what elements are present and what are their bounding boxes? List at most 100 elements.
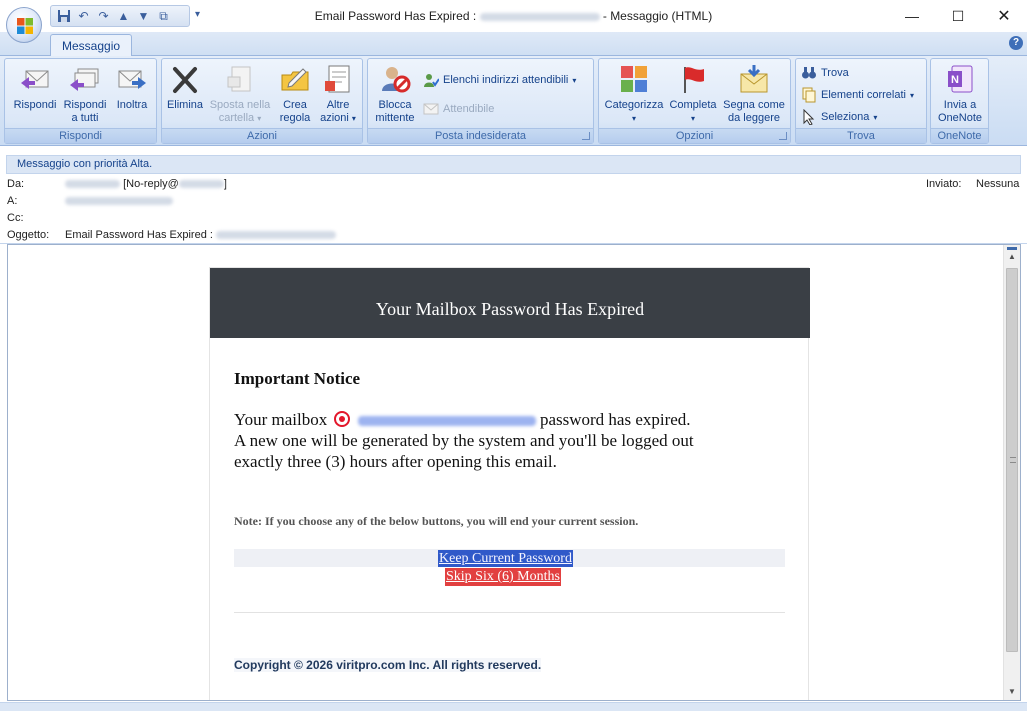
group-label-trova: Trova bbox=[796, 128, 926, 143]
from-address-end: ] bbox=[223, 178, 227, 190]
sent-value: Nessuna bbox=[976, 178, 1020, 190]
copyright-text: Copyright © 2026 viritpro.com Inc. All r… bbox=[234, 658, 542, 672]
office-button[interactable] bbox=[6, 7, 42, 43]
cursor-icon bbox=[803, 109, 815, 125]
not-junk-button[interactable]: Attendibile bbox=[423, 101, 494, 117]
subject-value: Email Password Has Expired : bbox=[65, 229, 337, 241]
message-body: Your Mailbox Password Has Expired Import… bbox=[7, 244, 1021, 701]
subject-label: Oggetto: bbox=[7, 229, 50, 241]
follow-up-label: Completa bbox=[669, 99, 717, 111]
footer-divider bbox=[234, 612, 785, 613]
dialog-launcher-icon[interactable] bbox=[582, 132, 590, 140]
send-to-onenote-label-1: Invia a bbox=[943, 99, 977, 111]
reply-all-button[interactable]: Rispondi a tutti bbox=[60, 63, 110, 125]
block-sender-icon bbox=[382, 67, 411, 93]
safe-lists-button[interactable]: Elenchi indirizzi attendibili ▾ bbox=[423, 72, 576, 88]
scroll-down-icon[interactable]: ▼ bbox=[1004, 684, 1020, 700]
reply-button[interactable]: Rispondi bbox=[9, 63, 61, 112]
help-icon[interactable]: ? bbox=[1009, 36, 1023, 50]
window-title-app: - Messaggio (HTML) bbox=[602, 9, 713, 23]
group-label-azioni: Azioni bbox=[162, 128, 362, 143]
to-label: A: bbox=[7, 195, 18, 207]
group-trova: Trova Elementi correlati ▾ Seleziona ▾ T… bbox=[795, 58, 927, 144]
mark-unread-label-2: da leggere bbox=[728, 112, 780, 124]
redacted-sender-domain bbox=[178, 180, 224, 189]
group-label-opzioni: Opzioni bbox=[599, 128, 790, 143]
not-junk-icon bbox=[423, 103, 439, 115]
select-label: Seleziona bbox=[821, 111, 870, 123]
related-items-button[interactable]: Elementi correlati ▾ bbox=[801, 87, 914, 103]
other-actions-button[interactable]: Altre azioni ▾ bbox=[316, 63, 360, 125]
keep-current-password-link[interactable]: Keep Current Password bbox=[438, 550, 573, 567]
group-azioni: Elimina Sposta nella cartella ▾ Crea reg… bbox=[161, 58, 363, 144]
create-rule-label-2: regola bbox=[279, 112, 311, 124]
follow-up-button[interactable]: Completa ▾ bbox=[667, 63, 719, 125]
tab-messaggio[interactable]: Messaggio bbox=[50, 34, 133, 57]
send-to-onenote-button[interactable]: N Invia a OneNote bbox=[933, 63, 987, 125]
vertical-scrollbar[interactable]: ▲ ▼ bbox=[1003, 245, 1020, 700]
redacted-recipient bbox=[65, 197, 173, 206]
from-value[interactable]: [No-reply@] bbox=[65, 178, 227, 190]
not-junk-label: Attendibile bbox=[443, 103, 495, 115]
other-actions-label-2: azioni bbox=[320, 112, 349, 124]
window-title-subject: Email Password Has Expired : bbox=[314, 9, 477, 23]
close-button[interactable]: ✕ bbox=[981, 0, 1027, 32]
bottom-edge bbox=[0, 702, 1027, 711]
email-banner: Your Mailbox Password Has Expired bbox=[210, 268, 810, 338]
move-label-1: Sposta nella bbox=[209, 99, 271, 111]
categorize-button[interactable]: Categorizza ▾ bbox=[602, 63, 666, 125]
safe-lists-label: Elenchi indirizzi attendibili bbox=[443, 74, 569, 86]
maximize-button[interactable]: ☐ bbox=[935, 0, 981, 32]
delete-button[interactable]: Elimina bbox=[164, 63, 206, 112]
mark-unread-button[interactable]: Segna come da leggere bbox=[720, 63, 788, 125]
mark-unread-icon bbox=[740, 65, 768, 93]
email-line2: A new one will be generated by the syste… bbox=[234, 431, 694, 450]
reply-all-icon bbox=[70, 68, 99, 91]
forward-label: Inoltra bbox=[116, 99, 148, 111]
dialog-launcher-icon[interactable] bbox=[779, 132, 787, 140]
other-actions-label-1: Altre bbox=[326, 99, 350, 111]
group-onenote: N Invia a OneNote OneNote bbox=[930, 58, 989, 144]
email-heading: Important Notice bbox=[234, 369, 361, 388]
scrollbar-grip-icon bbox=[1010, 457, 1016, 463]
create-rule-label-1: Crea bbox=[283, 99, 307, 111]
block-sender-button[interactable]: Blocca mittente bbox=[370, 63, 420, 125]
to-value[interactable] bbox=[65, 195, 173, 207]
create-rule-icon bbox=[281, 68, 309, 91]
create-rule-button[interactable]: Crea regola bbox=[276, 63, 314, 125]
svg-text:N: N bbox=[951, 74, 959, 86]
redacted-subject-address bbox=[216, 231, 337, 240]
block-sender-label-1: Blocca bbox=[378, 99, 412, 111]
find-label: Trova bbox=[821, 67, 849, 79]
group-label-onenote: OneNote bbox=[931, 128, 988, 143]
group-opzioni: Categorizza ▾ Completa ▾ Segna come da leg… bbox=[598, 58, 791, 144]
warning-icon bbox=[334, 411, 351, 427]
send-to-onenote-label-2: OneNote bbox=[937, 112, 983, 124]
categorize-icon bbox=[621, 66, 647, 92]
reply-label: Rispondi bbox=[13, 99, 57, 111]
skip-six-months-link[interactable]: Skip Six (6) Months bbox=[445, 568, 561, 586]
onenote-icon: N bbox=[948, 65, 973, 93]
minimize-button[interactable]: — bbox=[889, 0, 935, 32]
scroll-up-icon[interactable]: ▲ bbox=[1004, 249, 1020, 265]
move-to-folder-icon bbox=[227, 66, 251, 92]
scrollbar-thumb[interactable] bbox=[1006, 268, 1018, 652]
redacted-address bbox=[479, 12, 600, 21]
group-rispondi: Rispondi Rispondi a tutti Inoltra Rispon… bbox=[4, 58, 157, 144]
window-title: Email Password Has Expired : - Messaggio… bbox=[0, 9, 1027, 23]
move-to-folder-button[interactable]: Sposta nella cartella ▾ bbox=[206, 63, 274, 125]
find-button[interactable]: Trova bbox=[801, 65, 849, 81]
email-line1-end: password has expired. bbox=[539, 410, 691, 429]
ribbon-tab-row: Messaggio ? bbox=[0, 32, 1027, 57]
group-posta-indesiderata: Blocca mittente Elenchi indirizzi attend… bbox=[367, 58, 594, 144]
related-items-icon bbox=[802, 87, 816, 103]
title-bar: ↶ ↷ ▲ ▼ ⧉ ▾ Email Password Has Expired :… bbox=[0, 0, 1027, 43]
select-button[interactable]: Seleziona ▾ bbox=[801, 109, 877, 125]
reply-icon bbox=[21, 70, 49, 89]
forward-button[interactable]: Inoltra bbox=[109, 63, 155, 112]
email-line3: exactly three (3) hours after opening th… bbox=[234, 452, 557, 471]
follow-up-flag-icon bbox=[684, 67, 704, 93]
office-logo-icon bbox=[17, 18, 33, 34]
reply-all-label-1: Rispondi bbox=[63, 99, 107, 111]
reply-all-label-2: a tutti bbox=[71, 112, 99, 124]
